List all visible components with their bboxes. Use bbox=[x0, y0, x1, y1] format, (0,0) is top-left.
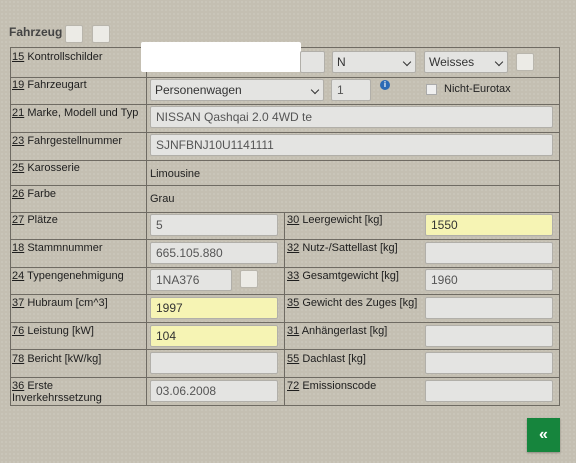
label-stammnummer: 18 Stammnummer bbox=[12, 242, 103, 254]
label-leergewicht: 30 Leergewicht [kg] bbox=[287, 214, 383, 226]
body-type-value: Limousine bbox=[150, 168, 201, 180]
label-hubraum: 37 Hubraum [cm^3] bbox=[12, 297, 108, 309]
label-gesamtgewicht: 33 Gesamtgewicht [kg] bbox=[287, 270, 399, 282]
label-kontrollschilder: 15 Kontrollschilder bbox=[12, 51, 103, 63]
type-approval-input[interactable]: 1NA376 bbox=[150, 269, 232, 291]
seats-input[interactable]: 5 bbox=[150, 214, 278, 236]
type-approval-lookup-button[interactable] bbox=[240, 270, 258, 288]
report-input[interactable] bbox=[150, 352, 278, 374]
label-nutzlast: 32 Nutz-/Sattellast [kg] bbox=[287, 242, 398, 254]
chevron-down-icon bbox=[494, 57, 504, 67]
label-bericht: 78 Bericht [kW/kg] bbox=[12, 353, 102, 365]
label-fahrzeugart: 19 Fahrzeugart bbox=[12, 79, 87, 91]
payload-input[interactable] bbox=[425, 242, 553, 264]
vehicle-count-input[interactable]: 1 bbox=[331, 79, 371, 101]
power-input[interactable]: 104 bbox=[150, 325, 278, 347]
section-action-button-2[interactable] bbox=[92, 25, 110, 43]
label-plaetze: 27 Plätze bbox=[12, 214, 58, 226]
info-icon[interactable]: i bbox=[380, 80, 390, 90]
plate-color-select[interactable]: Weisses bbox=[424, 51, 508, 73]
back-button[interactable]: « bbox=[527, 418, 560, 452]
chevron-down-icon bbox=[310, 85, 320, 95]
label-fahrgestell: 23 Fahrgestellnummer bbox=[12, 135, 123, 147]
plate-action-button[interactable] bbox=[516, 53, 534, 71]
plate-kind-select[interactable]: N bbox=[332, 51, 416, 73]
plate-number-input[interactable] bbox=[141, 42, 301, 72]
trailer-load-input[interactable] bbox=[425, 325, 553, 347]
roof-load-input[interactable] bbox=[425, 352, 553, 374]
label-farbe: 26 Farbe bbox=[12, 188, 57, 200]
make-model-input[interactable]: NISSAN Qashqai 2.0 4WD te bbox=[150, 106, 553, 128]
nicht-eurotax-checkbox[interactable] bbox=[426, 84, 437, 95]
plate-number-input-end[interactable] bbox=[300, 51, 325, 73]
label-typengenehmigung: 24 Typengenehmigung bbox=[12, 270, 124, 282]
label-zugesgewicht: 35 Gewicht des Zuges [kg] bbox=[287, 297, 418, 309]
label-emission: 72 Emissionscode bbox=[287, 380, 377, 392]
emission-code-input[interactable] bbox=[425, 380, 553, 402]
section-title: Fahrzeug bbox=[9, 25, 63, 39]
total-weight-input[interactable]: 1960 bbox=[425, 269, 553, 291]
first-registration-input[interactable]: 03.06.2008 bbox=[150, 380, 278, 402]
chassis-number-input[interactable]: SJNFBNJ10U1141111 bbox=[150, 134, 553, 156]
label-dachlast: 55 Dachlast [kg] bbox=[287, 353, 366, 365]
nicht-eurotax-label: Nicht-Eurotax bbox=[444, 83, 511, 95]
color-value: Grau bbox=[150, 193, 175, 205]
chevron-down-icon bbox=[402, 57, 412, 67]
section-action-button-1[interactable] bbox=[65, 25, 83, 43]
label-karosserie: 25 Karosserie bbox=[12, 162, 80, 174]
train-weight-input[interactable] bbox=[425, 297, 553, 319]
master-number-input[interactable]: 665.105.880 bbox=[150, 242, 278, 264]
label-anhaengerlast: 31 Anhängerlast [kg] bbox=[287, 325, 388, 337]
label-inverkehr: 36 Erste Inverkehrssetzung bbox=[12, 380, 102, 404]
label-marke: 21 Marke, Modell und Typ bbox=[12, 107, 139, 119]
displacement-input[interactable]: 1997 bbox=[150, 297, 278, 319]
vehicle-type-select[interactable]: Personenwagen bbox=[150, 79, 324, 101]
empty-weight-input[interactable]: 1550 bbox=[425, 214, 553, 236]
label-leistung: 76 Leistung [kW] bbox=[12, 325, 94, 337]
